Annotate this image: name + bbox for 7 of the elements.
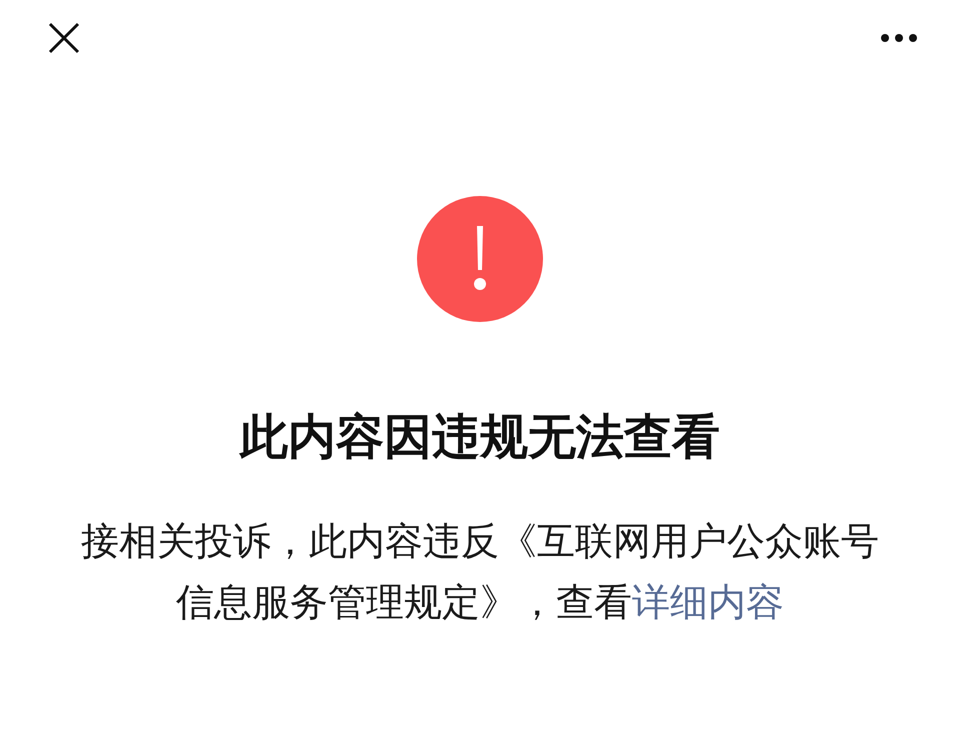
close-icon xyxy=(46,20,82,56)
close-button[interactable] xyxy=(46,20,82,56)
more-icon xyxy=(880,33,918,43)
details-link[interactable]: 详细内容 xyxy=(632,582,784,624)
alert-message: 接相关投诉，此内容违反《互联网用户公众账号信息服务管理规定》，查看详细内容 xyxy=(80,520,880,626)
alert-title: 此内容因违规无法查看 xyxy=(240,410,720,466)
more-button[interactable] xyxy=(880,33,918,43)
